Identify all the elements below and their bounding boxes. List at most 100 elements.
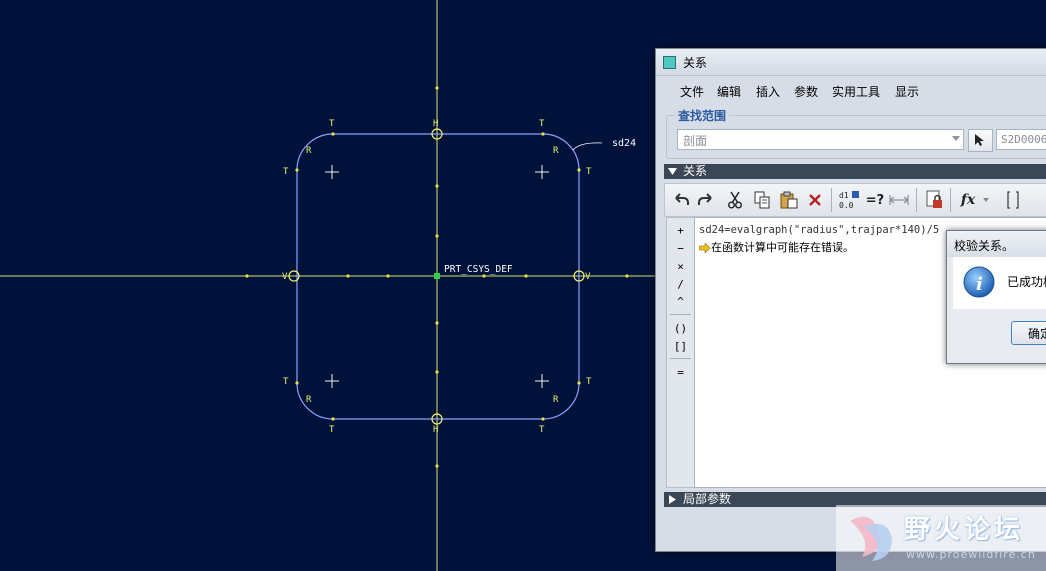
constraint-label-equal-radius: R (306, 146, 312, 156)
constraint-label-horizontal: H (433, 119, 438, 129)
redo-icon[interactable] (694, 188, 718, 212)
construction-point (295, 168, 299, 172)
constraint-label-equal-radius: R (553, 146, 559, 156)
constraint-label-tangent: T (586, 377, 592, 387)
constraint-label-equal-radius: R (553, 395, 559, 405)
constraint-label-tangent: T (283, 377, 289, 387)
menu-edit[interactable]: 编辑 (717, 83, 741, 100)
paste-icon[interactable] (777, 188, 801, 212)
dialog-title-bar[interactable]: 校验关系。 (947, 231, 1046, 257)
construction-point (386, 274, 390, 278)
construction-point (331, 417, 335, 421)
construction-point (346, 274, 350, 278)
op-parentheses[interactable]: () (667, 322, 694, 335)
verify-relations-dialog[interactable]: 校验关系。 i 已成功校验关系。 确定 (946, 230, 1046, 364)
bracket-icon[interactable] (1001, 188, 1025, 212)
collapse-triangle-icon (668, 168, 677, 175)
svg-text:0.0: 0.0 (839, 201, 854, 210)
op-divide[interactable]: / (667, 278, 694, 291)
constraint-label-vertical: V (282, 272, 288, 282)
dimension-label: sd24 (612, 138, 636, 149)
relations-window-icon (663, 56, 676, 69)
operator-panel: + − × / ^ () [] = (666, 217, 695, 488)
op-plus[interactable]: + (667, 224, 694, 237)
expand-triangle-icon (669, 495, 676, 504)
op-equals[interactable]: = (667, 366, 694, 379)
relations-title-bar[interactable]: 关系 (656, 49, 1046, 76)
scope-value: 剖面 (683, 134, 708, 148)
op-brackets[interactable]: [] (667, 340, 694, 353)
construction-point (435, 184, 439, 188)
construction-point (625, 274, 629, 278)
construction-point (577, 168, 581, 172)
lookup-group: 查找范围 剖面 S2D0006 (666, 107, 1046, 159)
constraint-label-horizontal: H (433, 425, 438, 435)
sd24-dimension[interactable]: sd24 (572, 138, 636, 151)
menu-utilities[interactable]: 实用工具 (832, 83, 880, 100)
watermark: 野火论坛 www.proewildfire.cn (836, 505, 1046, 571)
construction-point (524, 274, 528, 278)
op-minus[interactable]: − (667, 242, 694, 255)
construction-point (577, 381, 581, 385)
construction-point (435, 86, 439, 90)
section-id-field[interactable]: S2D0006 (996, 129, 1046, 150)
relations-window-title: 关系 (683, 56, 708, 70)
svg-text:d1: d1 (839, 191, 849, 200)
dialog-body: i 已成功校验关系。 (953, 257, 1046, 309)
constraint-label-tangent: T (539, 425, 545, 435)
construction-point (435, 321, 439, 325)
construction-point (295, 381, 299, 385)
menu-insert[interactable]: 插入 (756, 83, 780, 100)
lock-icon[interactable] (923, 188, 947, 212)
local-params-label: 局部参数 (683, 492, 732, 506)
csys-label: PRT_CSYS_DEF (444, 264, 513, 275)
construction-point (541, 417, 545, 421)
constraint-label-tangent: T (329, 119, 335, 129)
relations-toolbar: d1 0.0 =? fx (664, 183, 1046, 217)
cursor-arrow-icon (975, 134, 984, 146)
svg-text:i: i (976, 274, 983, 295)
construction-point (245, 274, 249, 278)
delete-icon[interactable] (803, 188, 827, 212)
construction-point (331, 132, 335, 136)
relations-section-header[interactable]: 关系 (664, 164, 1046, 179)
info-icon: i (963, 266, 995, 298)
coordinate-system[interactable]: PRT_CSYS_DEF (434, 264, 513, 279)
menu-file[interactable]: 文件 (680, 83, 704, 100)
watermark-logo-icon (850, 516, 892, 561)
constraint-label-tangent: T (283, 167, 289, 177)
menu-parameters[interactable]: 参数 (794, 83, 818, 100)
construction-point (435, 234, 439, 238)
warning-arrow-icon (699, 243, 710, 253)
watermark-text: 野火论坛 (904, 515, 1025, 545)
relations-section-label: 关系 (683, 164, 708, 178)
watermark-url: www.proewildfire.cn (906, 548, 1036, 561)
units-icon[interactable] (887, 188, 911, 212)
fx-icon[interactable]: fx (955, 188, 995, 212)
copy-icon[interactable] (750, 188, 774, 212)
lookup-legend: 查找范围 (675, 107, 730, 124)
constraint-label-equal-radius: R (306, 395, 312, 405)
op-power[interactable]: ^ (667, 295, 694, 308)
dialog-message: 已成功校验关系。 (1007, 275, 1046, 289)
undo-icon[interactable] (669, 188, 693, 212)
chevron-down-icon (952, 136, 960, 141)
ok-button[interactable]: 确定 (1011, 321, 1046, 345)
relation-line[interactable]: sd24=evalgraph("radius",trajpar*140)/5 (699, 224, 939, 236)
construction-point (541, 132, 545, 136)
constraint-label-vertical: V (585, 272, 591, 282)
relation-warning-line[interactable]: 在函数计算中可能存在错误。 (699, 239, 854, 255)
ok-button-label: 确定 (1028, 327, 1046, 341)
cut-icon[interactable] (723, 188, 747, 212)
select-button[interactable] (968, 129, 993, 152)
menu-display[interactable]: 显示 (895, 83, 919, 100)
section-id-value: S2D0006 (1001, 133, 1046, 146)
constraint-label-tangent: T (539, 119, 545, 129)
scope-combobox[interactable]: 剖面 (677, 129, 964, 150)
op-multiply[interactable]: × (667, 260, 694, 273)
evaluate-icon[interactable]: d1 0.0 (837, 188, 861, 212)
constraint-label-tangent: T (329, 425, 335, 435)
constraint-label-tangent: T (586, 167, 592, 177)
verify-icon[interactable]: =? (863, 188, 887, 212)
dialog-title: 校验关系。 (954, 239, 1015, 253)
